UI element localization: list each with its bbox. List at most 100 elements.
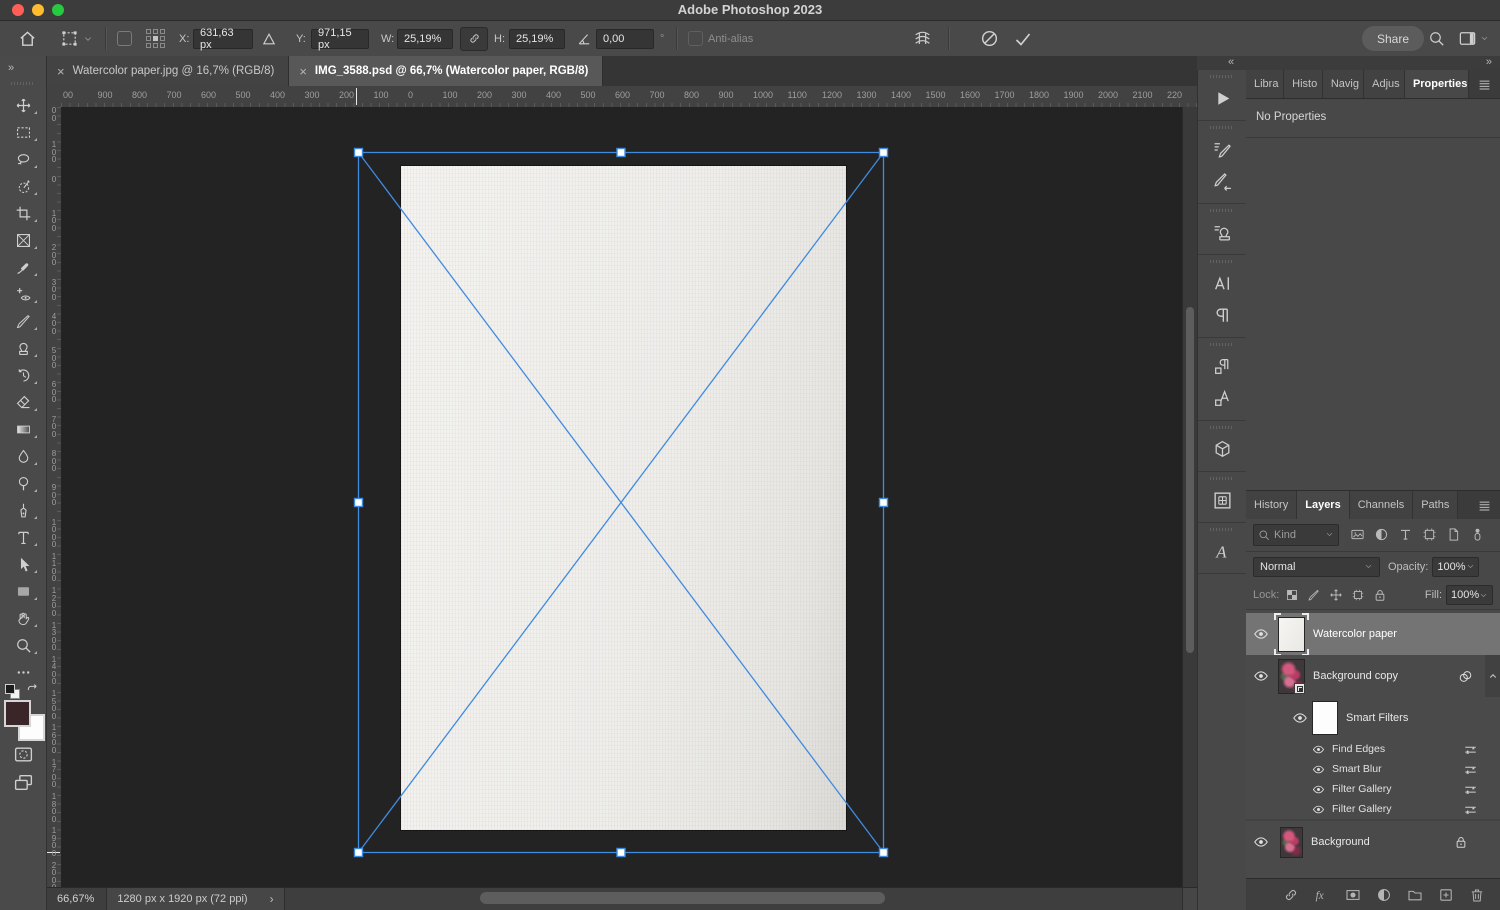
share-button[interactable]: Share [1362, 21, 1425, 56]
rotation-field[interactable]: 0,00 [596, 28, 654, 49]
lock-image-pixels-button[interactable] [1307, 586, 1321, 604]
tab-layers[interactable]: Layers [1297, 491, 1350, 519]
delete-layer-button[interactable] [1466, 884, 1488, 906]
layer-name[interactable]: Background copy [1313, 670, 1398, 682]
transform-tool-preset[interactable] [60, 21, 93, 56]
filter-name[interactable]: Find Edges [1332, 743, 1385, 755]
y-position-field[interactable]: 971,15 px [311, 27, 369, 51]
filter-type-layers-button[interactable] [1395, 524, 1416, 545]
workspace-switcher[interactable] [1458, 21, 1489, 56]
layer-name[interactable]: Background [1311, 836, 1370, 848]
tab-close-icon[interactable]: × [57, 64, 65, 79]
filter-pixel-layers-button[interactable] [1347, 524, 1368, 545]
smart-filter-entry-find-edges[interactable]: Find Edges [1246, 739, 1500, 759]
visibility-eye-icon[interactable] [1246, 626, 1276, 642]
lock-all-button[interactable] [1373, 586, 1387, 604]
smart-filter-icon[interactable] [1457, 668, 1474, 685]
panel-icon-clone-source[interactable] [1198, 216, 1246, 248]
home-button[interactable] [18, 21, 37, 56]
tool-hand-tool[interactable] [0, 605, 46, 632]
panel-icon-glyphs[interactable] [1198, 535, 1246, 567]
reference-point-locator[interactable] [146, 21, 165, 56]
filter-name[interactable]: Smart Blur [1332, 763, 1382, 775]
panel-icon-paragraph[interactable] [1198, 299, 1246, 331]
doc-tab-2[interactable]: × IMG_3588.psd @ 66,7% (Watercolor paper,… [289, 56, 604, 86]
filter-blending-options-icon[interactable] [1463, 782, 1478, 797]
opacity-value-select[interactable]: 100% [1432, 556, 1480, 577]
blend-mode-select[interactable]: Normal [1253, 556, 1380, 577]
relative-positioning-toggle[interactable] [261, 21, 277, 56]
visibility-eye-icon[interactable] [1308, 803, 1328, 816]
cancel-transform-button[interactable] [980, 21, 999, 56]
link-layers-button[interactable] [1280, 884, 1302, 906]
filter-smart-objects-button[interactable] [1443, 524, 1464, 545]
tab-properties[interactable]: Properties [1404, 70, 1469, 98]
panel-grip[interactable] [1210, 477, 1234, 480]
tool-frame-tool[interactable] [0, 227, 46, 254]
tool-zoom-tool[interactable] [0, 632, 46, 659]
tool-pen-tool[interactable] [0, 497, 46, 524]
layer-row-watercolor-paper[interactable]: Watercolor paper [1246, 612, 1500, 656]
tool-healing-tool[interactable] [0, 281, 46, 308]
height-field[interactable]: 25,19% [509, 28, 565, 49]
filter-shape-layers-button[interactable] [1419, 524, 1440, 545]
x-position-field[interactable]: 631,63 px [193, 27, 253, 51]
panel-grip[interactable] [1210, 426, 1234, 429]
layer-filtering-toggle[interactable] [1467, 524, 1488, 545]
panel-icon-paragraph-styles[interactable] [1198, 350, 1246, 382]
panel-grip[interactable] [1210, 528, 1234, 531]
smart-filter-entry-filter-gallery[interactable]: Filter Gallery [1246, 799, 1500, 819]
swap-colors-icon[interactable] [25, 682, 40, 700]
tab-paths[interactable]: Paths [1413, 491, 1459, 519]
filter-blending-options-icon[interactable] [1463, 762, 1478, 777]
tab-navig[interactable]: Navig [1322, 70, 1365, 98]
layer-thumbnail[interactable] [1280, 826, 1303, 858]
zoom-level-field[interactable]: 66,67% [47, 888, 108, 910]
warp-mode-button[interactable] [912, 21, 933, 56]
panel-grip[interactable] [1210, 126, 1234, 129]
tab-channels[interactable]: Channels [1349, 491, 1414, 519]
toggle-reference-point-checkbox[interactable] [117, 21, 132, 56]
visibility-eye-icon[interactable] [1308, 783, 1328, 796]
collapse-panels-chevron[interactable]: » [1486, 56, 1492, 68]
ruler-corner[interactable] [47, 86, 62, 108]
screen-mode-button[interactable] [0, 772, 46, 793]
collapse-filters-chevron[interactable] [1485, 655, 1500, 697]
tool-clone-stamp-tool[interactable] [0, 335, 46, 362]
tool-blur-tool[interactable] [0, 443, 46, 470]
quick-mask-button[interactable] [0, 744, 46, 765]
maintain-aspect-ratio-button[interactable] [460, 21, 488, 56]
tab-histo[interactable]: Histo [1284, 70, 1323, 98]
lock-transparent-pixels-button[interactable] [1285, 586, 1299, 604]
filter-adjustment-layers-button[interactable] [1371, 524, 1392, 545]
tool-history-brush-tool[interactable] [0, 362, 46, 389]
default-colors-icon[interactable] [5, 684, 20, 699]
smart-filter-entry-smart-blur[interactable]: Smart Blur [1246, 759, 1500, 779]
panel-icon-character[interactable] [1198, 267, 1246, 299]
tool-quick-select-tool[interactable] [0, 173, 46, 200]
panel-icon-character-styles[interactable] [1198, 382, 1246, 414]
lock-artboard-button[interactable] [1351, 586, 1365, 604]
horizontal-ruler[interactable]: 00 900 800 700 600 500 400 300 200 100 0 100 200 300 4… [61, 86, 1197, 108]
fill-value-select[interactable]: 100% [1446, 585, 1493, 605]
vertical-scrollbar-thumb[interactable] [1186, 307, 1194, 653]
panel-menu-icon[interactable] [1469, 491, 1500, 519]
vertical-ruler[interactable]: 0 0 1 0 0 0 1 0 0 2 0 0 3 0 0 4 0 0 5 0 0 6 0 0 7… [47, 107, 62, 888]
tool-marquee-tool[interactable] [0, 119, 46, 146]
tool-shape-tool[interactable] [0, 578, 46, 605]
visibility-eye-icon[interactable] [1288, 710, 1312, 726]
visibility-eye-icon[interactable] [1308, 763, 1328, 776]
visibility-eye-icon[interactable] [1246, 668, 1276, 684]
horizontal-scrollbar-thumb[interactable] [479, 892, 885, 904]
tool-dodge-tool[interactable] [0, 470, 46, 497]
panel-icon-actions[interactable] [1198, 82, 1246, 114]
panel-grip[interactable] [1210, 209, 1234, 212]
layer-row-background-copy[interactable]: Background copy [1246, 655, 1500, 697]
smart-filter-entry-filter-gallery[interactable]: Filter Gallery [1246, 779, 1500, 799]
tool-eyedropper-tool[interactable] [0, 254, 46, 281]
panel-icon-brushes[interactable] [1198, 165, 1246, 197]
horizontal-scrollbar[interactable] [285, 888, 1182, 910]
tool-gradient-tool[interactable] [0, 416, 46, 443]
panel-grip[interactable] [1210, 75, 1234, 78]
new-layer-button[interactable] [1435, 884, 1457, 906]
